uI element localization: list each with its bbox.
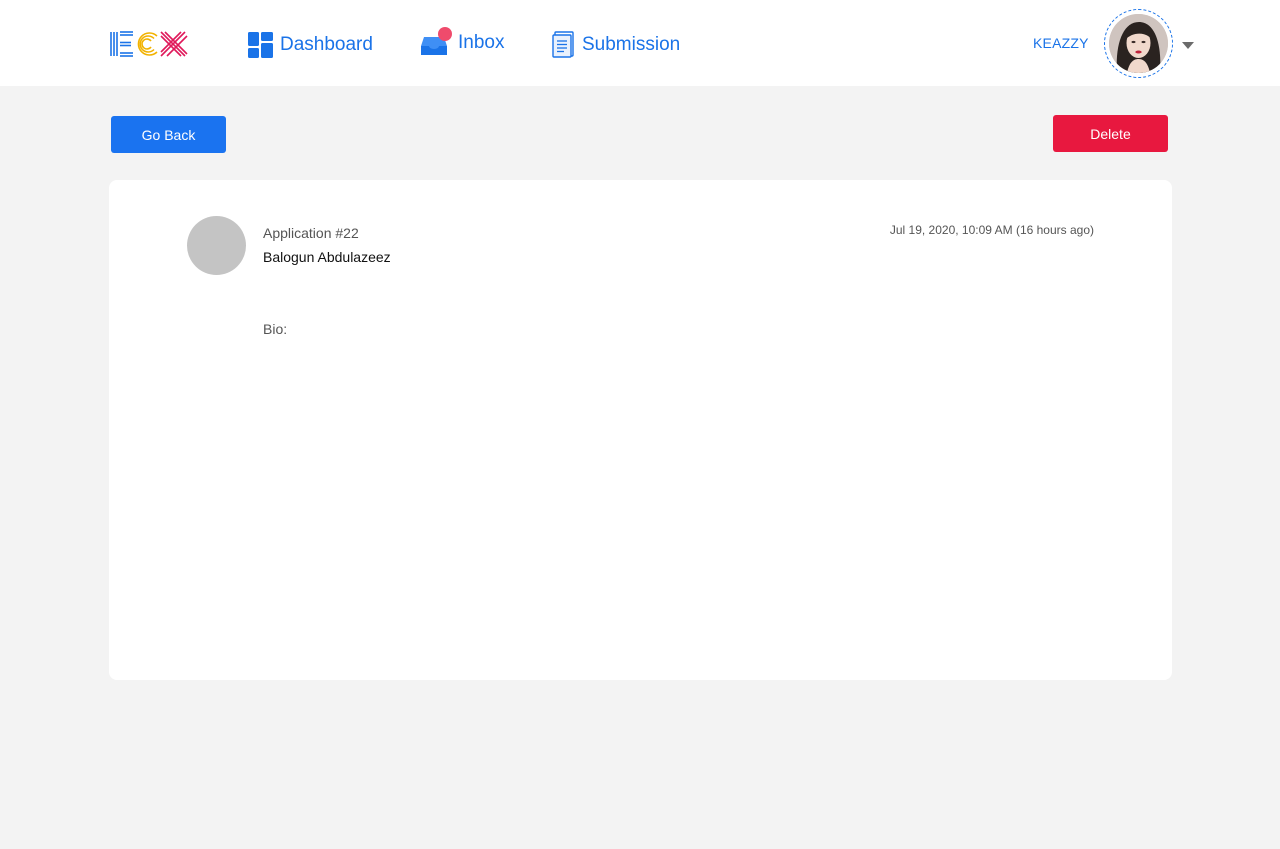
application-timestamp: Jul 19, 2020, 10:09 AM (16 hours ago) [889,223,1094,237]
avatar-photo [1109,14,1168,73]
ecx-logo[interactable] [109,30,189,58]
notification-badge [438,27,452,41]
go-back-button[interactable]: Go Back [111,116,226,153]
inbox-tray-icon [421,27,452,57]
grid-icon [248,32,273,58]
nav-submission[interactable]: Submission [552,31,680,58]
delete-button[interactable]: Delete [1053,115,1168,152]
applicant-name: Balogun Abdulazeez [263,249,391,265]
nav-dashboard-label: Dashboard [280,34,373,55]
applicant-avatar [187,216,246,275]
document-icon [552,31,574,58]
username-label[interactable]: KEAZZY [1033,35,1089,51]
nav-inbox[interactable]: Inbox [421,27,505,57]
user-avatar[interactable] [1104,9,1173,78]
application-card: Application #22 Balogun Abdulazeez Jul 1… [109,180,1172,680]
nav-submission-label: Submission [582,33,681,55]
top-navbar: Dashboard Inbox Submission KEAZZY [0,0,1280,86]
nav-dashboard[interactable]: Dashboard [248,32,373,58]
application-title: Application #22 [263,225,359,241]
caret-down-icon[interactable] [1182,42,1194,49]
bio-label: Bio: [263,321,288,337]
nav-inbox-label: Inbox [458,32,505,53]
